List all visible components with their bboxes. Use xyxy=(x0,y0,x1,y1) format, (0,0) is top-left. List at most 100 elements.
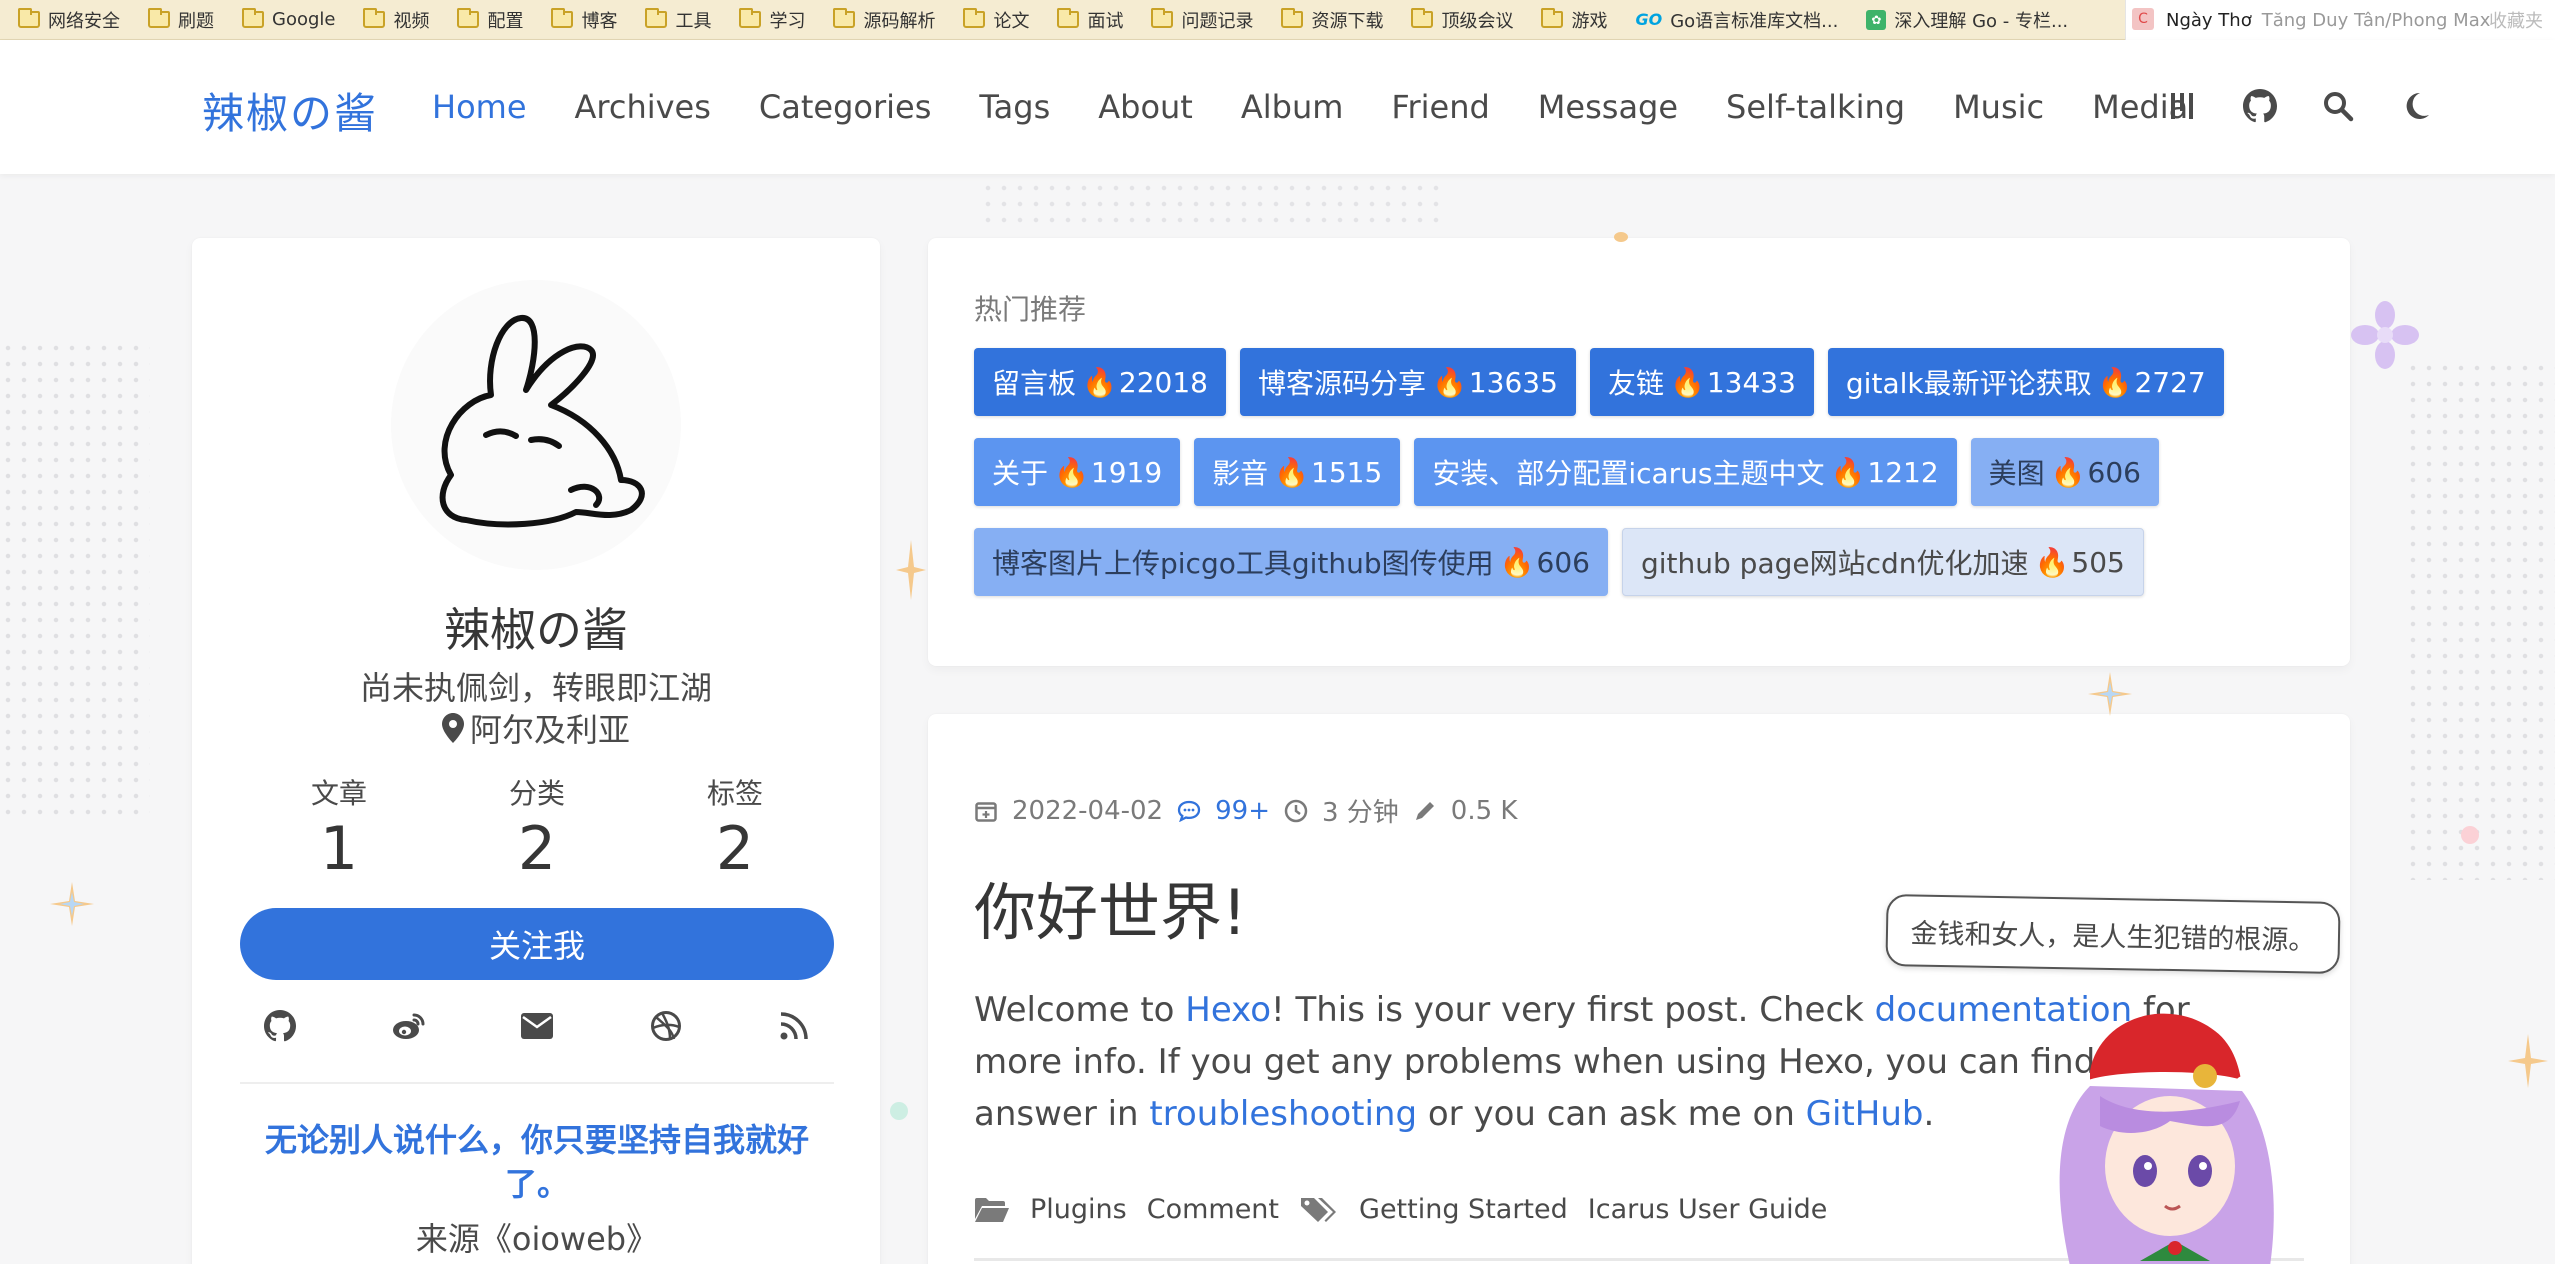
folder-icon xyxy=(645,8,668,28)
hot-tag[interactable]: 安装、部分配置icarus主题中文 🔥 1212 xyxy=(1414,438,1957,506)
bookmark-folder[interactable]: 配置 xyxy=(457,7,523,33)
folder-icon xyxy=(963,8,986,28)
troubleshooting-link[interactable]: troubleshooting xyxy=(1149,1094,1417,1134)
folder-icon xyxy=(739,8,762,28)
follow-button[interactable]: 关注我 xyxy=(240,908,834,980)
github-link[interactable]: GitHub xyxy=(1806,1094,1924,1134)
calendar-icon xyxy=(974,799,998,823)
bookmark-folder[interactable]: 资源下载 xyxy=(1281,7,1383,33)
email-icon[interactable] xyxy=(519,1008,555,1044)
sparkle-decoration-icon xyxy=(50,882,94,926)
mascot-girl-icon[interactable] xyxy=(1980,976,2290,1264)
profile-stat[interactable]: 分类 2 xyxy=(438,772,636,884)
nav-item-message[interactable]: Message xyxy=(1538,88,1678,126)
hot-tag[interactable]: 友链 🔥 13433 xyxy=(1589,348,1814,416)
profile-location: 阿尔及利亚 xyxy=(192,705,880,751)
nav-item-categories[interactable]: Categories xyxy=(759,88,931,126)
post-tag[interactable]: Getting Started xyxy=(1359,1194,1568,1225)
bookmark-folder[interactable]: 面试 xyxy=(1057,7,1123,33)
bookmark-folder[interactable]: 学习 xyxy=(739,7,805,33)
rabbit-avatar-icon xyxy=(439,315,645,528)
navbar: 辣椒の酱 Home Archives Categories Tags About Albu… xyxy=(0,40,2555,174)
daily-quote: 无论别人说什么，你只要坚持自我就好了。 xyxy=(264,1121,809,1203)
bookmark-folder[interactable]: 博客 xyxy=(551,7,617,33)
stat-label: 标签 xyxy=(706,777,763,810)
bookmark-folder[interactable]: 论文 xyxy=(963,7,1029,33)
hot-tag[interactable]: 关于 🔥 1919 xyxy=(974,438,1181,506)
hot-recommend-card: 热门推荐 留言板 🔥 22018 博客源码分享 🔥 13635 友链 🔥 13433 gitalk… xyxy=(928,238,2350,666)
nav-item-music[interactable]: Music xyxy=(1953,88,2044,126)
bookmark-folder[interactable]: 源码解析 xyxy=(833,7,935,33)
hot-tag[interactable]: github page网站cdn优化加速 🔥 505 xyxy=(1621,528,2144,596)
bookmark-folder[interactable]: 视频 xyxy=(363,7,429,33)
nav-item-archives[interactable]: Archives xyxy=(575,88,711,126)
nav-item-home[interactable]: Home xyxy=(432,88,527,126)
bookmark-folder[interactable]: 工具 xyxy=(645,7,711,33)
pencil-icon xyxy=(1413,799,1437,823)
github-icon[interactable] xyxy=(262,1008,298,1044)
bookmark-folder[interactable]: Google xyxy=(242,8,335,30)
post-word-count: 0.5 K xyxy=(1450,795,1518,826)
rss-icon[interactable] xyxy=(776,1008,812,1044)
dribbble-icon[interactable] xyxy=(648,1008,684,1044)
post-taxonomy: Plugins Comment Getting Started Icarus U… xyxy=(974,1194,1827,1225)
dot-decoration xyxy=(890,1102,908,1120)
bookmark-folder[interactable]: 刷题 xyxy=(148,7,214,33)
hot-tag[interactable]: 博客图片上传picgo工具github图传使用 🔥 606 xyxy=(974,528,1608,596)
bookmark-folder[interactable]: 问题记录 xyxy=(1151,7,1253,33)
dark-mode-icon[interactable] xyxy=(2398,88,2434,124)
hot-tag[interactable]: 留言板 🔥 22018 xyxy=(974,348,1226,416)
hot-tag[interactable]: 美图 🔥 606 xyxy=(1970,438,2159,506)
search-icon[interactable] xyxy=(2320,88,2356,124)
fire-icon: 🔥 xyxy=(1669,365,1705,399)
fire-icon: 🔥 xyxy=(1499,545,1535,579)
bookmark-folder[interactable]: 顶级会议 xyxy=(1411,7,1513,33)
post-category[interactable]: Plugins xyxy=(1030,1194,1127,1225)
folder-open-icon xyxy=(974,1196,1010,1224)
profile-motto: 尚未执佩剑，转眼即江湖 xyxy=(359,669,712,707)
decorative-dots-left xyxy=(0,340,150,820)
fire-icon: 🔥 xyxy=(2034,545,2070,579)
sparkle-decoration-icon xyxy=(896,540,926,600)
hot-tag[interactable]: gitalk最新评论获取 🔥 2727 xyxy=(1827,348,2224,416)
bookmark-go-doc[interactable]: GO Go语言标准库文档... xyxy=(1635,7,1838,33)
profile-stats: 文章 1 分类 2 标签 2 xyxy=(240,772,834,884)
bookmark-folder[interactable]: 游戏 xyxy=(1541,7,1607,33)
dot-decoration xyxy=(2461,826,2479,844)
media-notification[interactable]: C Ngày Thơ Tăng Duy Tân/Phong Max 收藏夹 xyxy=(2125,0,2555,40)
sparkle-decoration-icon xyxy=(2508,1034,2548,1088)
bookmark-go-deep[interactable]: ✿ 深入理解 Go - 专栏... xyxy=(1866,7,2068,33)
fire-icon: 🔥 xyxy=(1274,455,1310,489)
nav-menu: Home Archives Categories Tags About Album Frie… xyxy=(432,88,2236,126)
flower-decoration-icon xyxy=(2351,301,2419,369)
nav-item-tags[interactable]: Tags xyxy=(979,88,1050,126)
nav-item-about[interactable]: About xyxy=(1098,88,1193,126)
github-icon[interactable] xyxy=(2242,88,2278,124)
weibo-icon[interactable] xyxy=(391,1008,427,1044)
bookmark-folder[interactable]: 网络安全 xyxy=(18,7,120,33)
site-logo[interactable]: 辣椒の酱 xyxy=(202,80,378,141)
post-category[interactable]: Comment xyxy=(1147,1194,1279,1225)
post-title[interactable]: 你好世界! xyxy=(974,862,1247,952)
nav-item-self-talking[interactable]: Self-talking xyxy=(1726,88,1905,126)
tags-icon xyxy=(1299,1196,1339,1224)
catalogue-icon[interactable] xyxy=(2164,88,2200,124)
hexo-link[interactable]: Hexo xyxy=(1185,990,1271,1030)
avatar xyxy=(391,280,681,570)
profile-stat[interactable]: 标签 2 xyxy=(636,772,834,884)
folder-icon xyxy=(1541,8,1564,28)
post-tag[interactable]: Icarus User Guide xyxy=(1588,1194,1828,1225)
hot-tag[interactable]: 影音 🔥 1515 xyxy=(1194,438,1401,506)
hot-tag[interactable]: 博客源码分享 🔥 13635 xyxy=(1239,348,1576,416)
folder-icon xyxy=(1057,8,1080,28)
folder-icon xyxy=(457,8,480,28)
nav-item-friend[interactable]: Friend xyxy=(1391,88,1489,126)
post-meta: 2022-04-02 99+ 3 分钟 0.5 K xyxy=(974,792,1517,829)
fire-icon: 🔥 xyxy=(2097,365,2133,399)
profile-stat[interactable]: 文章 1 xyxy=(240,772,438,884)
folder-icon xyxy=(363,8,386,28)
nav-item-album[interactable]: Album xyxy=(1241,88,1344,126)
mascot-speech-bubble: 金钱和女人，是人生犯错的根源。 xyxy=(1885,894,2341,974)
post-comment-count[interactable]: 99+ xyxy=(1215,796,1270,826)
app-badge-icon: C xyxy=(2132,8,2154,30)
